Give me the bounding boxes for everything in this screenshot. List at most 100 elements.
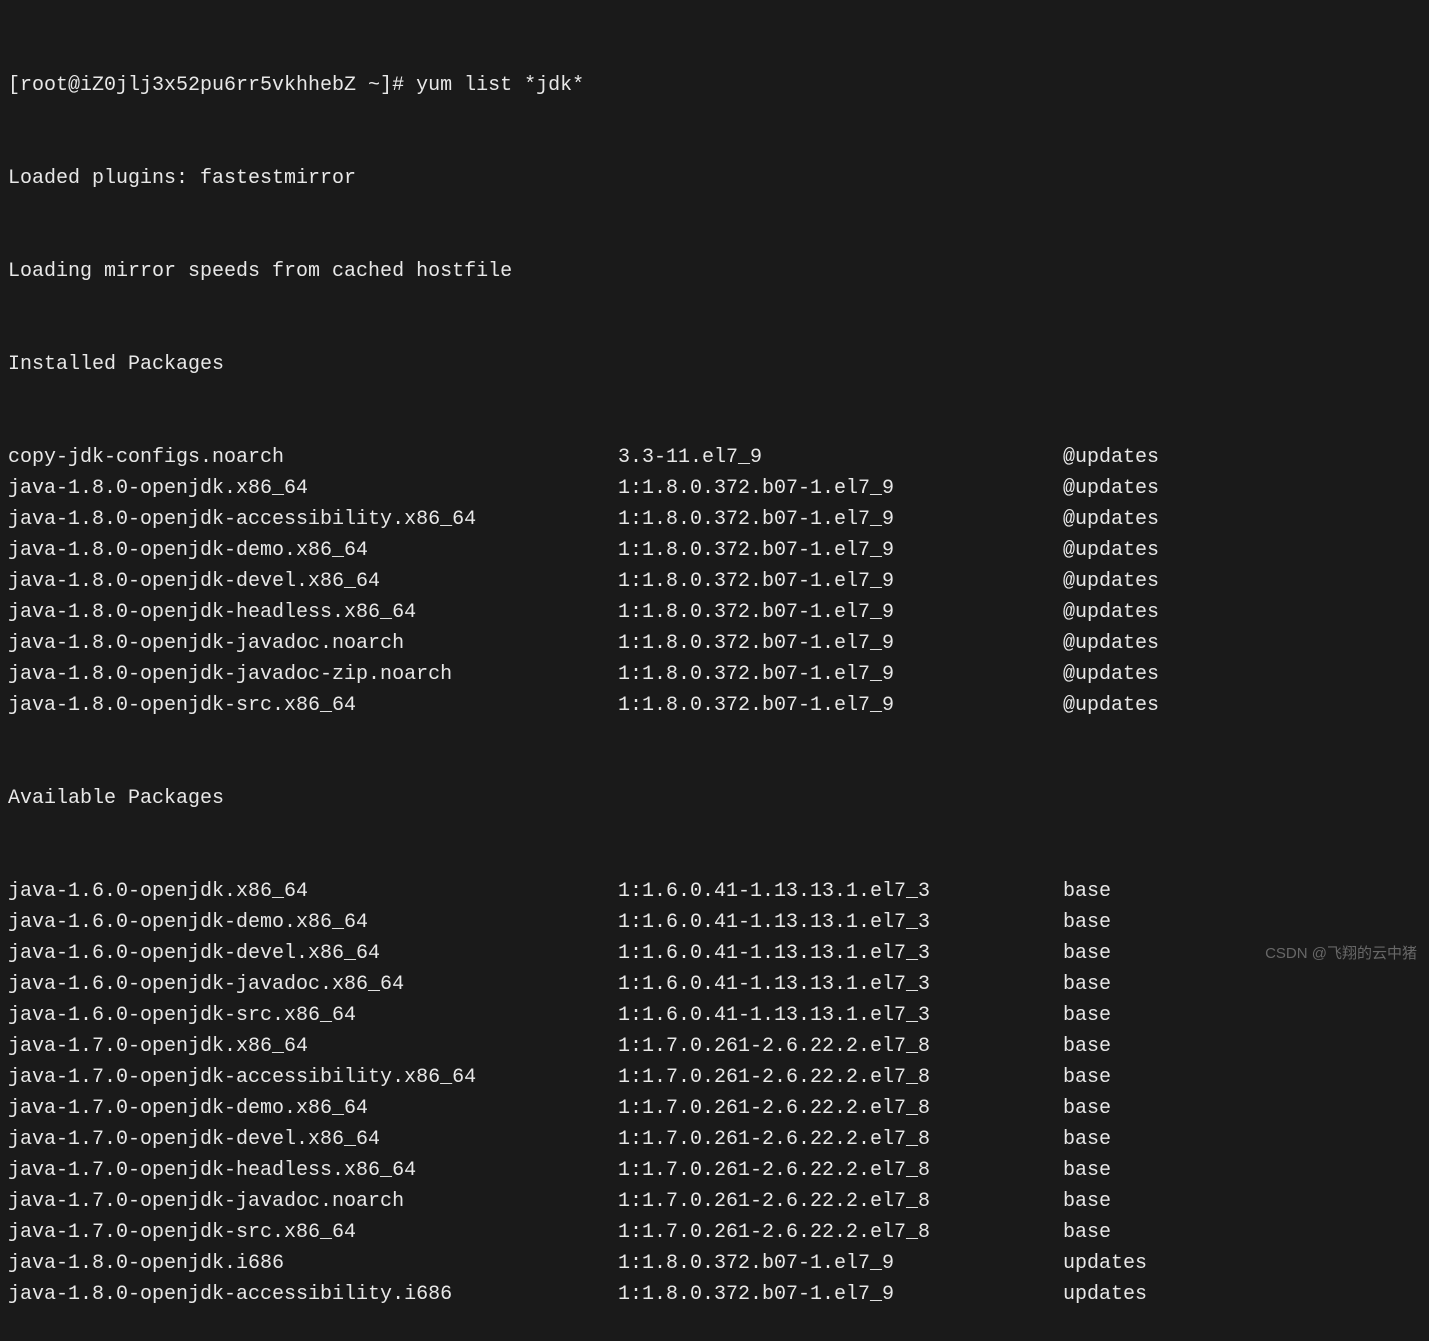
- command-prompt-line: [root@iZ0jlj3x52pu6rr5vkhhebZ ~]# yum li…: [8, 70, 1421, 101]
- package-version: 3.3-11.el7_9: [618, 442, 1063, 473]
- package-repo: base: [1063, 907, 1421, 938]
- package-row: java-1.8.0-openjdk-src.x86_641:1.8.0.372…: [8, 690, 1421, 721]
- package-version: 1:1.8.0.372.b07-1.el7_9: [618, 473, 1063, 504]
- package-version: 1:1.8.0.372.b07-1.el7_9: [618, 659, 1063, 690]
- package-name: java-1.8.0-openjdk-headless.x86_64: [8, 597, 618, 628]
- available-packages-list: java-1.6.0-openjdk.x86_641:1.6.0.41-1.13…: [8, 876, 1421, 1310]
- mirror-message: Loading mirror speeds from cached hostfi…: [8, 256, 1421, 287]
- package-repo: base: [1063, 1093, 1421, 1124]
- package-repo: @updates: [1063, 566, 1421, 597]
- package-row: java-1.8.0-openjdk.i6861:1.8.0.372.b07-1…: [8, 1248, 1421, 1279]
- package-name: java-1.7.0-openjdk.x86_64: [8, 1031, 618, 1062]
- package-repo: @updates: [1063, 659, 1421, 690]
- package-repo: base: [1063, 1217, 1421, 1248]
- package-name: java-1.8.0-openjdk-javadoc-zip.noarch: [8, 659, 618, 690]
- terminal-output[interactable]: [root@iZ0jlj3x52pu6rr5vkhhebZ ~]# yum li…: [8, 8, 1421, 1341]
- package-name: java-1.7.0-openjdk-javadoc.noarch: [8, 1186, 618, 1217]
- package-name: java-1.7.0-openjdk-devel.x86_64: [8, 1124, 618, 1155]
- package-row: java-1.7.0-openjdk-src.x86_641:1.7.0.261…: [8, 1217, 1421, 1248]
- package-row: java-1.7.0-openjdk.x86_641:1.7.0.261-2.6…: [8, 1031, 1421, 1062]
- package-name: java-1.7.0-openjdk-accessibility.x86_64: [8, 1062, 618, 1093]
- package-version: 1:1.7.0.261-2.6.22.2.el7_8: [618, 1186, 1063, 1217]
- package-row: copy-jdk-configs.noarch3.3-11.el7_9@upda…: [8, 442, 1421, 473]
- package-name: java-1.8.0-openjdk-accessibility.i686: [8, 1279, 618, 1310]
- package-name: java-1.8.0-openjdk.x86_64: [8, 473, 618, 504]
- available-packages-header: Available Packages: [8, 783, 1421, 814]
- package-row: java-1.8.0-openjdk-devel.x86_641:1.8.0.3…: [8, 566, 1421, 597]
- package-name: java-1.6.0-openjdk-src.x86_64: [8, 1000, 618, 1031]
- package-version: 1:1.8.0.372.b07-1.el7_9: [618, 566, 1063, 597]
- package-name: java-1.6.0-openjdk-devel.x86_64: [8, 938, 618, 969]
- package-row: java-1.6.0-openjdk-javadoc.x86_641:1.6.0…: [8, 969, 1421, 1000]
- shell-prompt: [root@iZ0jlj3x52pu6rr5vkhhebZ ~]#: [8, 70, 416, 101]
- package-name: java-1.8.0-openjdk.i686: [8, 1248, 618, 1279]
- package-name: java-1.6.0-openjdk-demo.x86_64: [8, 907, 618, 938]
- package-version: 1:1.8.0.372.b07-1.el7_9: [618, 504, 1063, 535]
- package-repo: updates: [1063, 1248, 1421, 1279]
- package-version: 1:1.7.0.261-2.6.22.2.el7_8: [618, 1124, 1063, 1155]
- installed-packages-list: copy-jdk-configs.noarch3.3-11.el7_9@upda…: [8, 442, 1421, 721]
- package-name: java-1.8.0-openjdk-accessibility.x86_64: [8, 504, 618, 535]
- package-version: 1:1.8.0.372.b07-1.el7_9: [618, 1279, 1063, 1310]
- package-row: java-1.6.0-openjdk.x86_641:1.6.0.41-1.13…: [8, 876, 1421, 907]
- package-row: java-1.8.0-openjdk-headless.x86_641:1.8.…: [8, 597, 1421, 628]
- package-row: java-1.8.0-openjdk-accessibility.x86_641…: [8, 504, 1421, 535]
- package-repo: base: [1063, 876, 1421, 907]
- package-version: 1:1.6.0.41-1.13.13.1.el7_3: [618, 969, 1063, 1000]
- package-name: java-1.7.0-openjdk-demo.x86_64: [8, 1093, 618, 1124]
- package-repo: @updates: [1063, 597, 1421, 628]
- package-name: java-1.8.0-openjdk-devel.x86_64: [8, 566, 618, 597]
- package-row: java-1.8.0-openjdk.x86_641:1.8.0.372.b07…: [8, 473, 1421, 504]
- package-name: java-1.8.0-openjdk-demo.x86_64: [8, 535, 618, 566]
- package-name: java-1.6.0-openjdk-javadoc.x86_64: [8, 969, 618, 1000]
- package-version: 1:1.6.0.41-1.13.13.1.el7_3: [618, 938, 1063, 969]
- package-name: java-1.6.0-openjdk.x86_64: [8, 876, 618, 907]
- package-row: java-1.7.0-openjdk-headless.x86_641:1.7.…: [8, 1155, 1421, 1186]
- package-repo: @updates: [1063, 690, 1421, 721]
- package-repo: base: [1063, 1031, 1421, 1062]
- package-row: java-1.6.0-openjdk-demo.x86_641:1.6.0.41…: [8, 907, 1421, 938]
- package-row: java-1.6.0-openjdk-src.x86_641:1.6.0.41-…: [8, 1000, 1421, 1031]
- package-version: 1:1.7.0.261-2.6.22.2.el7_8: [618, 1155, 1063, 1186]
- package-repo: base: [1063, 1062, 1421, 1093]
- package-repo: @updates: [1063, 628, 1421, 659]
- package-repo: updates: [1063, 1279, 1421, 1310]
- package-repo: @updates: [1063, 473, 1421, 504]
- package-version: 1:1.7.0.261-2.6.22.2.el7_8: [618, 1062, 1063, 1093]
- package-row: java-1.8.0-openjdk-javadoc-zip.noarch1:1…: [8, 659, 1421, 690]
- package-repo: @updates: [1063, 442, 1421, 473]
- package-row: java-1.8.0-openjdk-javadoc.noarch1:1.8.0…: [8, 628, 1421, 659]
- package-repo: base: [1063, 1124, 1421, 1155]
- package-row: java-1.6.0-openjdk-devel.x86_641:1.6.0.4…: [8, 938, 1421, 969]
- package-version: 1:1.8.0.372.b07-1.el7_9: [618, 597, 1063, 628]
- package-row: java-1.7.0-openjdk-devel.x86_641:1.7.0.2…: [8, 1124, 1421, 1155]
- package-name: java-1.8.0-openjdk-src.x86_64: [8, 690, 618, 721]
- package-row: java-1.8.0-openjdk-demo.x86_641:1.8.0.37…: [8, 535, 1421, 566]
- package-repo: base: [1063, 1186, 1421, 1217]
- package-row: java-1.7.0-openjdk-accessibility.x86_641…: [8, 1062, 1421, 1093]
- command-text: yum list *jdk*: [416, 70, 584, 101]
- package-version: 1:1.6.0.41-1.13.13.1.el7_3: [618, 1000, 1063, 1031]
- package-version: 1:1.8.0.372.b07-1.el7_9: [618, 628, 1063, 659]
- package-version: 1:1.8.0.372.b07-1.el7_9: [618, 535, 1063, 566]
- package-version: 1:1.8.0.372.b07-1.el7_9: [618, 690, 1063, 721]
- package-repo: base: [1063, 969, 1421, 1000]
- package-version: 1:1.6.0.41-1.13.13.1.el7_3: [618, 876, 1063, 907]
- package-version: 1:1.7.0.261-2.6.22.2.el7_8: [618, 1217, 1063, 1248]
- package-name: java-1.8.0-openjdk-javadoc.noarch: [8, 628, 618, 659]
- package-name: copy-jdk-configs.noarch: [8, 442, 618, 473]
- package-version: 1:1.6.0.41-1.13.13.1.el7_3: [618, 907, 1063, 938]
- package-row: java-1.7.0-openjdk-demo.x86_641:1.7.0.26…: [8, 1093, 1421, 1124]
- package-repo: @updates: [1063, 535, 1421, 566]
- package-row: java-1.7.0-openjdk-javadoc.noarch1:1.7.0…: [8, 1186, 1421, 1217]
- package-name: java-1.7.0-openjdk-headless.x86_64: [8, 1155, 618, 1186]
- package-version: 1:1.8.0.372.b07-1.el7_9: [618, 1248, 1063, 1279]
- watermark-text: CSDN @飞翔的云中猪: [1265, 942, 1417, 965]
- plugins-message: Loaded plugins: fastestmirror: [8, 163, 1421, 194]
- package-name: java-1.7.0-openjdk-src.x86_64: [8, 1217, 618, 1248]
- package-repo: base: [1063, 1155, 1421, 1186]
- package-version: 1:1.7.0.261-2.6.22.2.el7_8: [618, 1093, 1063, 1124]
- installed-packages-header: Installed Packages: [8, 349, 1421, 380]
- package-row: java-1.8.0-openjdk-accessibility.i6861:1…: [8, 1279, 1421, 1310]
- package-version: 1:1.7.0.261-2.6.22.2.el7_8: [618, 1031, 1063, 1062]
